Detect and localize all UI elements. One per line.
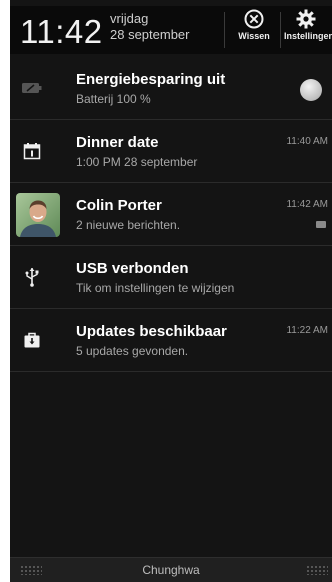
header-divider (280, 12, 281, 48)
carrier-label: Chunghwa (142, 563, 200, 577)
notification-time: 11:22 AM (286, 325, 328, 336)
date-label: 28 september (110, 27, 190, 42)
notification-subtitle: 2 nieuwe berichten. (76, 218, 181, 232)
notification-shade: 11:42 vrijdag 28 september Wissen Instel… (10, 0, 332, 582)
notification-subtitle: Tik om instellingen te wijzigen (76, 281, 235, 295)
notification-title: USB verbonden (76, 260, 189, 277)
notification-message[interactable]: Colin Porter 2 nieuwe berichten. 11:42 A… (10, 183, 332, 246)
notification-time: 11:40 AM (286, 136, 328, 147)
power-saver-toggle[interactable] (300, 79, 322, 101)
clock: 11:42 (20, 13, 103, 50)
shade-handle-bar[interactable]: Chunghwa (10, 557, 332, 582)
notification-title: Dinner date (76, 134, 159, 151)
usb-icon (18, 263, 46, 291)
update-icon (18, 326, 46, 354)
contact-avatar (16, 193, 60, 237)
calendar-icon (18, 137, 46, 165)
notification-title: Updates beschikbaar (76, 323, 227, 340)
notification-list: Energiebesparing uit Batterij 100 % Dinn… (10, 57, 332, 372)
header-divider (224, 12, 225, 48)
gear-icon (296, 9, 316, 29)
notification-title: Colin Porter (76, 197, 162, 214)
notification-subtitle: 5 updates gevonden. (76, 344, 189, 358)
notification-subtitle: Batterij 100 % (76, 92, 151, 106)
notification-subtitle: 1:00 PM 28 september (76, 155, 198, 169)
clear-button-label: Wissen (238, 31, 270, 41)
settings-button-label: Instellingen (284, 31, 332, 41)
clear-icon (244, 9, 264, 29)
grip-right (306, 565, 328, 575)
notification-usb[interactable]: USB verbonden Tik om instellingen te wij… (10, 246, 332, 309)
weekday-label: vrijdag (110, 11, 149, 26)
notification-title: Energiebesparing uit (76, 71, 226, 88)
notification-calendar[interactable]: Dinner date 1:00 PM 28 september 11:40 A… (10, 120, 332, 183)
message-icon (316, 221, 326, 228)
notification-updates[interactable]: Updates beschikbaar 5 updates gevonden. … (10, 309, 332, 372)
notification-battery-saver[interactable]: Energiebesparing uit Batterij 100 % (10, 57, 332, 120)
battery-saver-icon (18, 74, 46, 102)
notification-time: 11:42 AM (286, 199, 328, 210)
settings-button[interactable]: Instellingen (284, 8, 332, 52)
status-header: 11:42 vrijdag 28 september Wissen Instel… (10, 6, 332, 54)
clear-button[interactable]: Wissen (230, 8, 278, 52)
